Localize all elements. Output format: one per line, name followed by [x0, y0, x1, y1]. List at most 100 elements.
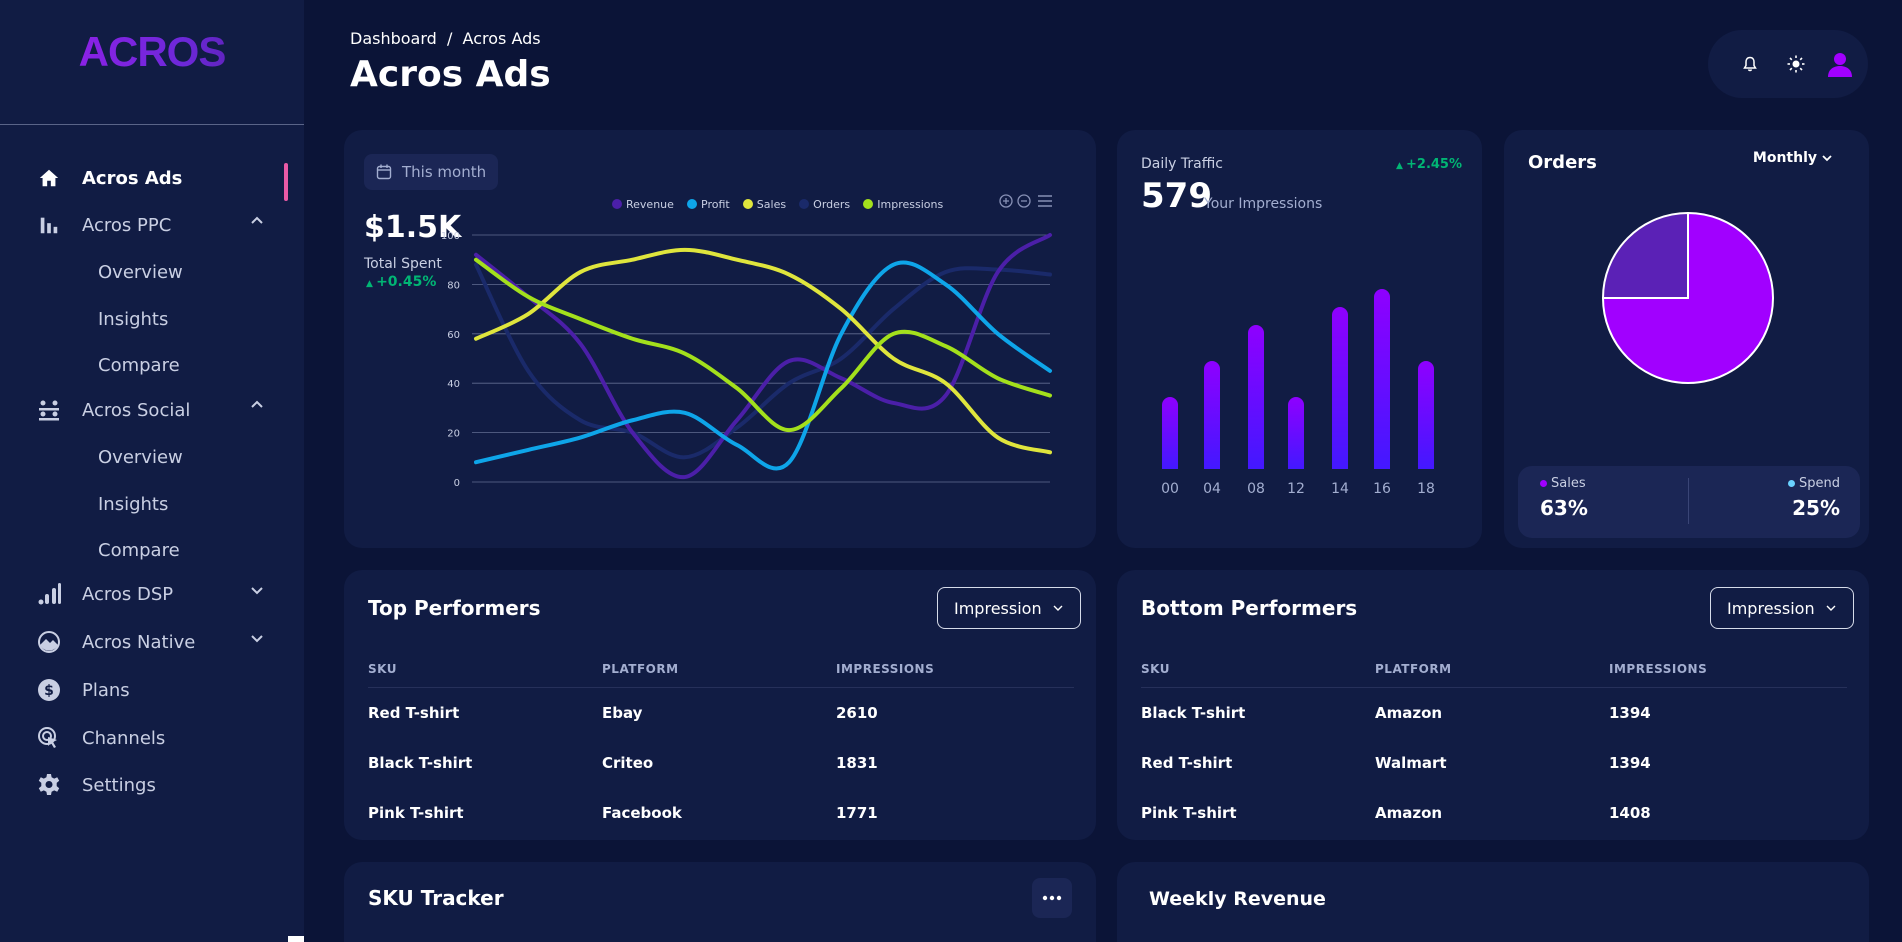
chevron-down-icon[interactable]: [248, 629, 266, 647]
traffic-bar[interactable]: [1374, 289, 1390, 469]
orders-period-label: Monthly: [1752, 150, 1817, 166]
top-performers-filter[interactable]: Impression: [937, 587, 1081, 629]
profile-button[interactable]: [1826, 50, 1854, 78]
column-header-sku[interactable]: SKU: [1141, 662, 1170, 676]
header-divider: [1141, 687, 1847, 688]
home-icon: [36, 165, 62, 191]
chevron-up-icon[interactable]: [248, 396, 266, 414]
spend-legend-label: Spend: [1799, 476, 1840, 491]
traffic-value: 579: [1141, 176, 1212, 216]
spend-chart-card: This month $1.5K Total Spent ▲ +0.45% Re…: [344, 130, 1096, 548]
sku-tracker-title: SKU Tracker: [368, 886, 504, 910]
dollar-icon: $: [36, 677, 62, 703]
more-dots-icon: [1042, 895, 1062, 901]
weekly-revenue-title: Weekly Revenue: [1149, 888, 1326, 910]
daily-traffic-card: Daily Traffic ▲ +2.45% 579 Your Impressi…: [1117, 130, 1482, 548]
sidebar-item-acros-native[interactable]: Acros Native: [36, 627, 195, 657]
cell-sku: Black T-shirt: [368, 754, 473, 772]
chevron-down-icon: [1826, 605, 1836, 611]
traffic-change: ▲ +2.45%: [1396, 157, 1462, 172]
top-performers-card: Top Performers Impression SKU PLATFORM I…: [344, 570, 1096, 840]
sidebar-item-acros-ppc[interactable]: Acros PPC: [36, 210, 171, 240]
cell-platform: Facebook: [602, 804, 682, 822]
column-header-platform[interactable]: PLATFORM: [1375, 662, 1452, 676]
user-icon: [1828, 53, 1852, 77]
column-header-sku[interactable]: SKU: [368, 662, 397, 676]
orders-summary: Sales 63% Spend 25%: [1518, 466, 1860, 538]
bottom-performers-filter[interactable]: Impression: [1710, 587, 1854, 629]
sidebar-item-label: Acros Native: [82, 631, 196, 653]
line-chart: 0 20 40 60 80 100: [441, 231, 1052, 489]
x-tick-label: 08: [1247, 481, 1265, 497]
traffic-bar[interactable]: [1418, 361, 1434, 469]
orders-card: Orders Monthly Sales 63% Spend 25%: [1504, 130, 1869, 548]
cursor-click-icon: [36, 725, 62, 751]
chevron-down-icon[interactable]: [248, 581, 266, 599]
traffic-bar[interactable]: [1288, 397, 1304, 469]
sun-icon: [1787, 55, 1805, 73]
traffic-bar[interactable]: [1332, 307, 1348, 469]
logo: ACROS: [0, 28, 304, 76]
sidebar-item-label: Acros Ads: [82, 167, 183, 189]
sidebar-item-acros-social[interactable]: Acros Social: [36, 395, 190, 425]
trend-up-icon: ▲: [1395, 161, 1406, 171]
sales-legend-label: Sales: [1551, 476, 1586, 491]
gear-icon: [36, 772, 62, 798]
y-tick-label: 20: [447, 429, 460, 440]
sales-legend: Sales: [1540, 476, 1586, 491]
series-line-sales[interactable]: [474, 247, 1052, 455]
sidebar-item-acros-ads[interactable]: Acros Ads: [36, 163, 182, 193]
cell-impressions: 1831: [836, 754, 878, 772]
x-tick-label: 00: [1161, 481, 1179, 497]
sidebar-sub-ppc-insights[interactable]: Insights: [98, 309, 168, 330]
sidebar-handle: [288, 936, 304, 942]
sidebar-sub-social-overview[interactable]: Overview: [98, 447, 183, 468]
sidebar-item-channels[interactable]: Channels: [36, 723, 165, 753]
series-line-profit[interactable]: [474, 260, 1052, 471]
bar-chart-icon: [36, 212, 62, 238]
cell-platform: Ebay: [602, 704, 643, 722]
column-header-platform[interactable]: PLATFORM: [602, 662, 679, 676]
sidebar-item-acros-dsp[interactable]: Acros DSP: [36, 579, 173, 609]
column-header-impressions[interactable]: IMPRESSIONS: [1609, 662, 1707, 676]
x-tick-label: 14: [1331, 481, 1349, 497]
cell-impressions: 2610: [836, 704, 878, 722]
cell-sku: Red T-shirt: [1141, 754, 1233, 772]
sales-percent: 63%: [1540, 496, 1588, 520]
traffic-bar[interactable]: [1162, 397, 1178, 469]
more-options-button[interactable]: [1032, 878, 1072, 918]
sidebar-item-label: Settings: [82, 774, 156, 796]
weekly-revenue-card: Weekly Revenue: [1117, 862, 1869, 942]
cell-platform: Amazon: [1375, 804, 1443, 822]
spend-legend: Spend: [1788, 476, 1840, 491]
x-tick-label: 12: [1287, 481, 1305, 497]
theme-toggle-button[interactable]: [1782, 50, 1810, 78]
breadcrumb[interactable]: Dashboard / Acros Ads: [350, 29, 541, 48]
notification-button[interactable]: [1736, 50, 1764, 78]
column-header-impressions[interactable]: IMPRESSIONS: [836, 662, 934, 676]
page-title: Acros Ads: [350, 54, 551, 95]
cell-platform: Criteo: [602, 754, 654, 772]
header-divider: [368, 687, 1074, 688]
sidebar-sub-social-compare[interactable]: Compare: [98, 540, 180, 561]
chevron-up-icon[interactable]: [248, 212, 266, 230]
cell-sku: Pink T-shirt: [1141, 804, 1237, 822]
chevron-down-icon: [1053, 605, 1063, 611]
signal-icon: [36, 581, 62, 607]
header-toolbar: [1708, 30, 1868, 98]
bottom-performers-card: Bottom Performers Impression SKU PLATFOR…: [1117, 570, 1869, 840]
sidebar-sub-ppc-overview[interactable]: Overview: [98, 262, 183, 283]
sidebar-sub-social-insights[interactable]: Insights: [98, 494, 168, 515]
sidebar-item-label: Channels: [82, 727, 166, 749]
summary-divider: [1688, 478, 1689, 524]
orders-period-select[interactable]: Monthly: [1753, 150, 1833, 166]
sidebar-sub-ppc-compare[interactable]: Compare: [98, 355, 180, 376]
traffic-bar[interactable]: [1248, 325, 1264, 469]
orders-title: Orders: [1528, 152, 1597, 173]
filter-label: Impression: [1727, 598, 1815, 618]
pie-slice-spend[interactable]: [1601, 211, 1689, 299]
bell-icon: [1743, 56, 1757, 72]
sidebar-item-settings[interactable]: Settings: [36, 770, 156, 800]
traffic-bar[interactable]: [1204, 361, 1220, 469]
sidebar-item-plans[interactable]: $ Plans: [36, 675, 130, 705]
